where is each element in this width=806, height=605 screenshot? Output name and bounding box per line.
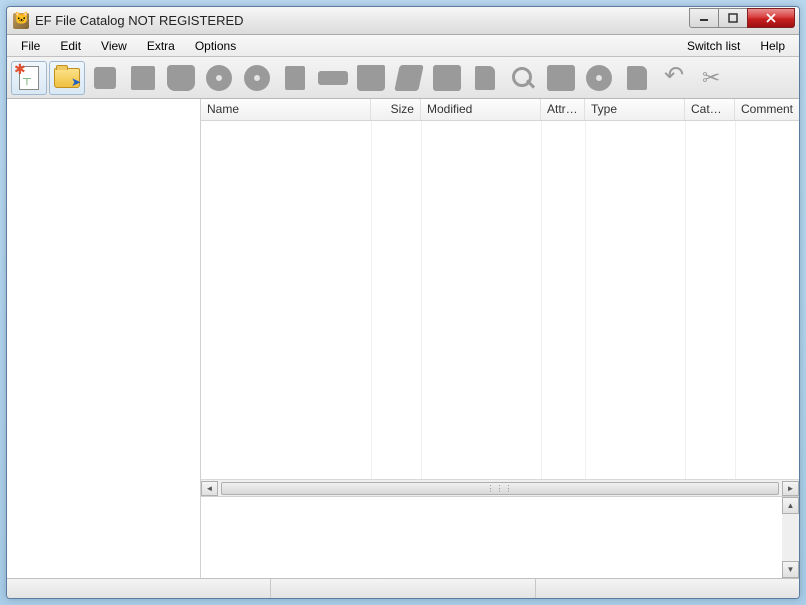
tb-button-12[interactable] [429, 61, 465, 95]
search-icon [510, 65, 536, 91]
new-document-icon [19, 66, 39, 90]
undo-icon [662, 65, 688, 91]
maximize-button[interactable] [718, 8, 748, 28]
col-comment[interactable]: Comment [735, 99, 799, 120]
col-modified[interactable]: Modified [421, 99, 541, 120]
app-window: EF File Catalog NOT REGISTERED File Edit… [6, 6, 800, 599]
generic-icon [167, 65, 195, 91]
window-title: EF File Catalog NOT REGISTERED [35, 13, 690, 28]
generic-icon [433, 65, 461, 91]
col-name[interactable]: Name [201, 99, 371, 120]
col-divider [685, 121, 686, 479]
folder-open-icon [54, 68, 80, 88]
col-divider [541, 121, 542, 479]
preview-body[interactable] [201, 497, 782, 578]
tb-button-3[interactable] [87, 61, 123, 95]
generic-icon [285, 66, 305, 90]
status-cell-3 [536, 579, 799, 598]
minimize-button[interactable] [689, 8, 719, 28]
status-cell-2 [271, 579, 535, 598]
menu-view[interactable]: View [91, 37, 137, 55]
tb-new-catalog-button[interactable] [11, 61, 47, 95]
list-panel: Name Size Modified Attri… Type Cate… Com… [201, 99, 799, 496]
tb-search-button[interactable] [505, 61, 541, 95]
col-size[interactable]: Size [371, 99, 421, 120]
generic-icon [547, 65, 575, 91]
tb-button-7[interactable] [239, 61, 275, 95]
toolbar [7, 57, 799, 99]
hscroll-track[interactable]: ⋮⋮⋮ [219, 481, 781, 496]
generic-icon [131, 66, 155, 90]
close-icon [765, 13, 777, 23]
col-divider [421, 121, 422, 479]
folder-icon [357, 65, 385, 91]
close-button[interactable] [747, 8, 795, 28]
tb-undo-button[interactable] [657, 61, 693, 95]
window-controls [690, 8, 795, 28]
scissors-icon [700, 65, 726, 91]
page-icon [627, 66, 647, 90]
tag-icon [394, 65, 424, 91]
hscroll-thumb[interactable]: ⋮⋮⋮ [221, 482, 779, 495]
page-icon [475, 66, 495, 90]
col-attributes[interactable]: Attri… [541, 99, 585, 120]
tb-button-17[interactable] [619, 61, 655, 95]
tb-button-16[interactable] [581, 61, 617, 95]
statusbar [7, 578, 799, 598]
tb-button-11[interactable] [391, 61, 427, 95]
col-type[interactable]: Type [585, 99, 685, 120]
hscrollbar[interactable]: ◄ ⋮⋮⋮ ► [201, 479, 799, 496]
tb-open-folder-button[interactable] [49, 61, 85, 95]
menu-help[interactable]: Help [750, 37, 795, 55]
menu-switch-list[interactable]: Switch list [677, 37, 750, 55]
tb-button-4[interactable] [125, 61, 161, 95]
generic-icon [318, 71, 348, 85]
tb-button-9[interactable] [315, 61, 351, 95]
titlebar[interactable]: EF File Catalog NOT REGISTERED [7, 7, 799, 35]
vscroll-track[interactable] [782, 514, 799, 561]
menu-edit[interactable]: Edit [50, 37, 91, 55]
scroll-left-button[interactable]: ◄ [201, 481, 218, 496]
disc-icon [206, 65, 232, 91]
app-icon [13, 13, 29, 29]
scroll-up-button[interactable]: ▲ [782, 497, 799, 514]
circle-icon [586, 65, 612, 91]
menu-extra[interactable]: Extra [137, 37, 185, 55]
menu-options[interactable]: Options [185, 37, 246, 55]
tb-button-5[interactable] [163, 61, 199, 95]
tb-button-8[interactable] [277, 61, 313, 95]
list-header: Name Size Modified Attri… Type Cate… Com… [201, 99, 799, 121]
col-category[interactable]: Cate… [685, 99, 735, 120]
circle-icon [244, 65, 270, 91]
tb-cut-button[interactable] [695, 61, 731, 95]
right-panel: Name Size Modified Attri… Type Cate… Com… [201, 99, 799, 578]
tb-button-15[interactable] [543, 61, 579, 95]
col-divider [371, 121, 372, 479]
col-divider [735, 121, 736, 479]
generic-icon [94, 67, 116, 89]
tree-panel[interactable] [7, 99, 201, 578]
menubar: File Edit View Extra Options Switch list… [7, 35, 799, 57]
list-body[interactable] [201, 121, 799, 479]
menu-file[interactable]: File [11, 37, 50, 55]
status-cell-1 [7, 579, 271, 598]
tb-button-13[interactable] [467, 61, 503, 95]
tb-disc-button[interactable] [201, 61, 237, 95]
col-divider [585, 121, 586, 479]
maximize-icon [728, 13, 738, 23]
minimize-icon [699, 13, 709, 23]
tb-button-10[interactable] [353, 61, 389, 95]
scroll-right-button[interactable]: ► [782, 481, 799, 496]
content-area: Name Size Modified Attri… Type Cate… Com… [7, 99, 799, 578]
scroll-down-button[interactable]: ▼ [782, 561, 799, 578]
preview-panel: ▲ ▼ [201, 496, 799, 578]
vscrollbar[interactable]: ▲ ▼ [782, 497, 799, 578]
